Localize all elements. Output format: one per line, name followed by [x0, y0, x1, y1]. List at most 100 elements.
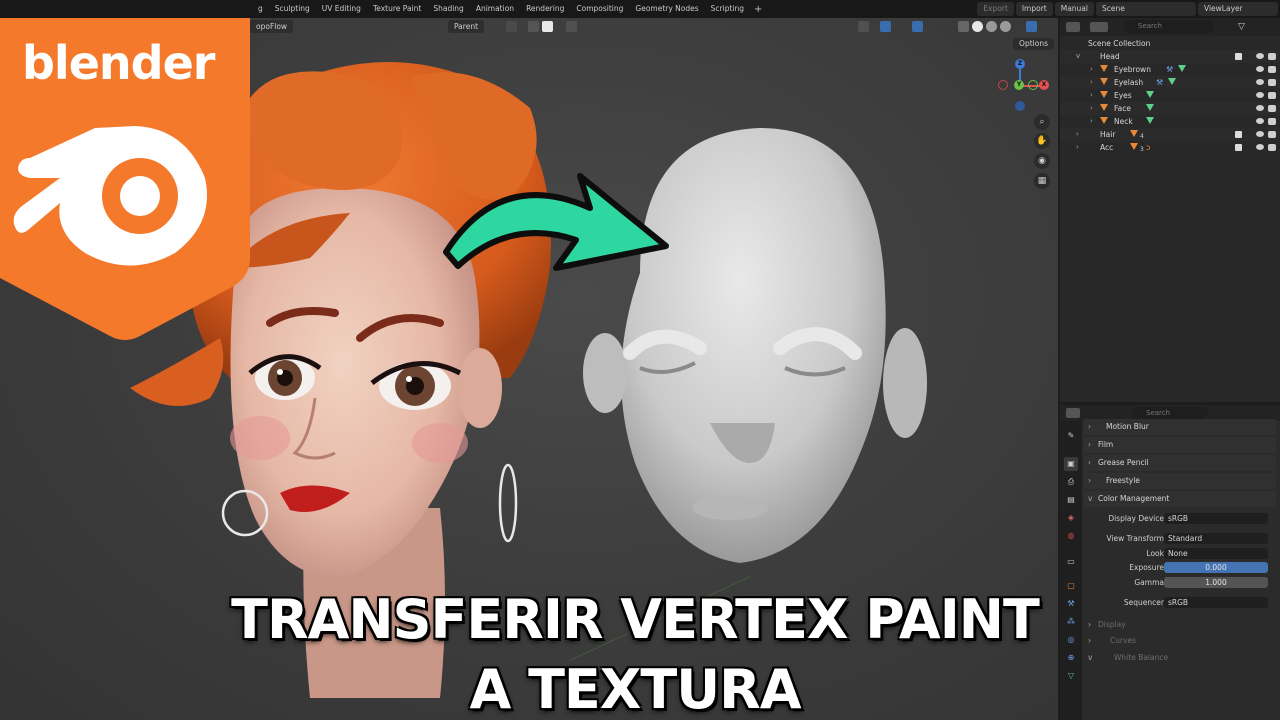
gizmo-neg-x-handle[interactable]	[998, 80, 1008, 90]
pan-hand-icon[interactable]: ✋	[1034, 133, 1050, 149]
parent-dropdown[interactable]: Parent	[448, 20, 485, 33]
proportional-icon[interactable]	[528, 21, 539, 32]
topoflow-dropdown[interactable]: opoFlow	[250, 20, 294, 33]
tab-compositing[interactable]: Compositing	[570, 0, 629, 18]
add-workspace-button[interactable]: +	[750, 4, 766, 15]
gamma-slider[interactable]: 1.000	[1164, 577, 1268, 588]
tab-uv-editing[interactable]: UV Editing	[316, 0, 367, 18]
filter-icon[interactable]: ▽	[1238, 22, 1250, 32]
camera-icon[interactable]	[1268, 66, 1276, 73]
rendered-shading-icon[interactable]	[1000, 21, 1011, 32]
outliner-item-neck[interactable]: › Neck	[1060, 115, 1280, 128]
section-display[interactable]: › Display	[1084, 617, 1276, 633]
eye-icon[interactable]	[1256, 105, 1264, 111]
section-color-management[interactable]: v Color Management	[1084, 491, 1276, 507]
xray-icon[interactable]	[958, 21, 969, 32]
camera-icon[interactable]	[1268, 92, 1276, 99]
sequencer-select[interactable]: sRGB	[1164, 597, 1268, 608]
outliner-scene-collection[interactable]: Scene Collection	[1060, 37, 1280, 50]
perspective-grid-icon[interactable]: ▦	[1034, 173, 1050, 189]
constraints-tab-icon[interactable]: ⊕	[1064, 651, 1078, 665]
eye-icon[interactable]	[1256, 92, 1264, 98]
import-button[interactable]: Import	[1015, 2, 1053, 16]
eye-icon[interactable]	[1256, 66, 1264, 72]
exposure-slider[interactable]: 0.000	[1164, 562, 1268, 573]
export-button[interactable]: Export	[977, 2, 1014, 16]
object-tab-icon[interactable]: ▢	[1064, 579, 1078, 593]
camera-icon[interactable]	[1268, 131, 1276, 138]
chevron-right-icon[interactable]: ›	[1090, 76, 1093, 89]
section-motion-blur[interactable]: › Motion Blur	[1084, 419, 1276, 435]
gizmo-x-handle[interactable]: X	[1039, 80, 1049, 90]
chevron-right-icon[interactable]: ›	[1090, 102, 1093, 115]
eye-icon[interactable]	[1256, 118, 1264, 124]
checkbox-icon[interactable]	[1235, 131, 1242, 138]
eye-icon[interactable]	[1256, 144, 1264, 150]
outliner-item-eyelash[interactable]: › Eyelash ⚒	[1060, 76, 1280, 89]
output-tab-icon[interactable]: ⎙	[1064, 475, 1078, 489]
tab-scripting[interactable]: Scripting	[705, 0, 750, 18]
view-layer-tab-icon[interactable]: ▤	[1064, 493, 1078, 507]
eye-icon[interactable]	[1256, 131, 1264, 137]
gizmo-y-handle[interactable]: Y	[1014, 80, 1024, 90]
display-mode-icon[interactable]	[1090, 22, 1108, 32]
collection-tab-icon[interactable]: ▭	[1064, 555, 1078, 569]
gizmo-neg-z-handle[interactable]	[1015, 101, 1025, 111]
look-select[interactable]: None	[1164, 548, 1268, 559]
tab-layout[interactable]: g	[252, 0, 269, 18]
outliner-item-acc[interactable]: › Acc 3 ↄ	[1060, 141, 1280, 154]
visibility-icon[interactable]	[858, 21, 869, 32]
chevron-right-icon[interactable]: ›	[1090, 63, 1093, 76]
outliner-item-head[interactable]: v Head	[1060, 50, 1280, 63]
manual-button[interactable]: Manual	[1054, 2, 1094, 16]
camera-icon[interactable]	[1268, 144, 1276, 151]
checkbox-icon[interactable]	[1235, 53, 1242, 60]
properties-editor-icon[interactable]	[1066, 408, 1080, 418]
camera-icon[interactable]	[1268, 118, 1276, 125]
scene-selector[interactable]: Scene	[1096, 2, 1196, 16]
tab-shading[interactable]: Shading	[427, 0, 469, 18]
camera-icon[interactable]	[1268, 53, 1276, 60]
scene-tab-icon[interactable]: ◈	[1064, 511, 1078, 525]
chevron-right-icon[interactable]: ›	[1076, 141, 1079, 154]
tab-sculpting[interactable]: Sculpting	[269, 0, 316, 18]
camera-view-icon[interactable]: ◉	[1034, 153, 1050, 169]
gizmo-neg-y-handle[interactable]	[1028, 80, 1038, 90]
world-tab-icon[interactable]: ◍	[1064, 529, 1078, 543]
section-grease-pencil[interactable]: › Grease Pencil	[1084, 455, 1276, 471]
physics-tab-icon[interactable]: ◎	[1064, 633, 1078, 647]
camera-icon[interactable]	[1268, 79, 1276, 86]
falloff-icon[interactable]	[566, 21, 577, 32]
render-tab-icon[interactable]: ▣	[1064, 457, 1078, 471]
section-freestyle[interactable]: › Freestyle	[1084, 473, 1276, 489]
particles-tab-icon[interactable]: ⁂	[1064, 615, 1078, 629]
solid-shading-icon[interactable]	[972, 21, 983, 32]
snap-icon[interactable]	[506, 21, 517, 32]
editor-type-icon[interactable]	[1026, 21, 1037, 32]
outliner-editor-icon[interactable]	[1066, 22, 1080, 32]
outliner-item-hair[interactable]: › Hair 4	[1060, 128, 1280, 141]
data-tab-icon[interactable]: ▽	[1064, 669, 1078, 683]
view-transform-select[interactable]: Standard	[1164, 533, 1268, 544]
chevron-down-icon[interactable]: v	[1076, 50, 1080, 63]
outliner-item-eyes[interactable]: › Eyes	[1060, 89, 1280, 102]
gizmo-toggle-icon[interactable]	[880, 21, 891, 32]
gizmo-z-handle[interactable]: Z	[1015, 59, 1025, 69]
section-curves[interactable]: › Curves	[1084, 633, 1276, 649]
chevron-right-icon[interactable]: ›	[1076, 128, 1079, 141]
tab-geometry-nodes[interactable]: Geometry Nodes	[629, 0, 704, 18]
chevron-right-icon[interactable]: ›	[1090, 115, 1093, 128]
eye-icon[interactable]	[1256, 53, 1264, 59]
section-film[interactable]: › Film	[1084, 437, 1276, 453]
3d-viewport[interactable]: opoFlow Parent Options X Y Z ⌕ ✋ ◉ ▦ ble…	[0, 18, 1058, 720]
display-device-select[interactable]: sRGB	[1164, 513, 1268, 524]
modifier-tab-icon[interactable]: ⚒	[1064, 597, 1078, 611]
checkbox-icon[interactable]	[1235, 144, 1242, 151]
outliner-item-eyebrown[interactable]: › Eyebrown ⚒	[1060, 63, 1280, 76]
overlay-toggle-icon[interactable]	[912, 21, 923, 32]
color-swatch-icon[interactable]	[542, 21, 553, 32]
tab-rendering[interactable]: Rendering	[520, 0, 570, 18]
eye-icon[interactable]	[1256, 79, 1264, 85]
material-shading-icon[interactable]	[986, 21, 997, 32]
properties-search-input[interactable]: Search	[1132, 407, 1208, 419]
